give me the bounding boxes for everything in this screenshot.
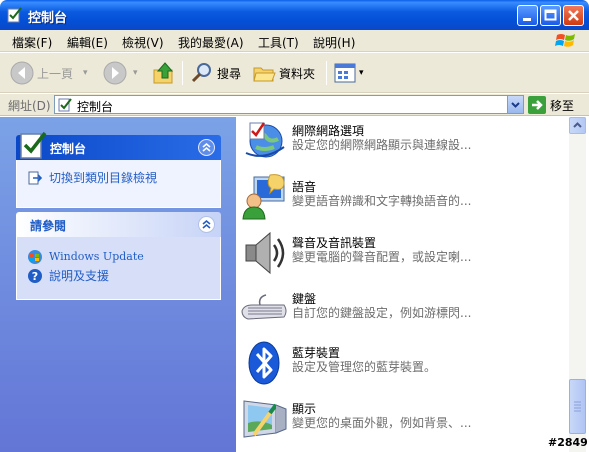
double-chevron-up-icon <box>202 219 211 229</box>
item-keyboard[interactable]: 鍵盤 自訂您的鍵盤設定，例如游標閃... <box>236 285 569 341</box>
address-label: 網址(D) <box>8 99 51 113</box>
control-panel-icon <box>20 131 47 159</box>
item-internet-options[interactable]: 網際網路選項 設定您的網際網路顯示與連線設... <box>236 117 569 173</box>
address-value: 控制台 <box>77 100 114 114</box>
keyboard-icon <box>241 294 287 320</box>
windows-update-icon <box>28 249 42 264</box>
folders-label: 資料夾 <box>279 66 316 81</box>
back-arrow-icon <box>10 61 34 85</box>
back-dropdown-icon[interactable]: ▾ <box>83 68 88 78</box>
link-label: 說明及支援 <box>49 269 110 283</box>
see-also-section-body: Windows Update ? 說明及支援 <box>16 237 221 300</box>
address-bar: 網址(D) 控制台 移至 <box>0 94 589 116</box>
task-pane: 控制台 切換到類別目錄檢視 請參閱 Windows Update ? 說明及支援 <box>0 117 236 452</box>
internet-options-icon <box>245 122 285 158</box>
image-watermark: #2849 <box>548 436 588 449</box>
menu-tools[interactable]: 工具(T) <box>258 34 299 51</box>
grip-icon <box>574 401 581 412</box>
collapse-button[interactable] <box>198 139 215 156</box>
menu-bar: 檔案(F) 編輯(E) 檢視(V) 我的最愛(A) 工具(T) 說明(H) <box>0 30 589 52</box>
chevron-up-icon <box>573 122 582 128</box>
back-label: 上一頁 <box>37 66 74 81</box>
item-description: 變更電腦的聲音配置，或設定喇... <box>292 250 472 264</box>
see-also-section: 請參閱 Windows Update ? 說明及支援 <box>16 212 221 300</box>
go-button[interactable]: 移至 <box>528 95 588 115</box>
menu-favorites[interactable]: 我的最愛(A) <box>178 34 244 51</box>
scroll-thumb[interactable] <box>569 379 586 434</box>
double-chevron-up-icon <box>202 142 211 152</box>
maximize-icon <box>544 9 557 21</box>
help-icon: ? <box>28 268 42 283</box>
switch-view-icon <box>28 171 43 184</box>
windows-logo-icon <box>555 34 575 47</box>
address-dropdown-button[interactable] <box>507 96 523 113</box>
windows-update-link[interactable]: Windows Update <box>27 247 210 266</box>
item-sounds-and-audio-devices[interactable]: 聲音及音訊裝置 變更電腦的聲音配置，或設定喇... <box>236 229 569 285</box>
minimize-icon <box>523 18 531 21</box>
close-icon <box>568 10 579 21</box>
title-bar[interactable]: 控制台 <box>0 0 589 30</box>
folders-icon <box>253 67 276 82</box>
link-label: 切換到類別目錄檢視 <box>49 171 158 185</box>
views-button[interactable]: ▾ <box>333 59 364 87</box>
collapse-button[interactable] <box>198 216 215 233</box>
minimize-button[interactable] <box>517 5 538 26</box>
vertical-scrollbar[interactable] <box>569 117 586 452</box>
views-icon <box>334 63 356 83</box>
menu-edit[interactable]: 編輯(E) <box>67 34 108 51</box>
menu-view[interactable]: 檢視(V) <box>122 34 164 51</box>
toolbar: 上一頁 ▾ ▾ 搜尋 資料夾 ▾ <box>0 53 589 93</box>
item-description: 自訂您的鍵盤設定，例如游標閃... <box>292 306 472 320</box>
menu-file[interactable]: 檔案(F) <box>12 34 52 51</box>
forward-dropdown-icon[interactable]: ▾ <box>133 68 138 78</box>
views-dropdown-icon[interactable]: ▾ <box>359 68 364 78</box>
forward-arrow-icon <box>103 61 127 85</box>
address-input[interactable]: 控制台 <box>54 95 524 114</box>
search-icon <box>191 63 211 83</box>
item-bluetooth-devices[interactable]: 藍芽裝置 設定及管理您的藍芽裝置。 <box>236 339 569 395</box>
see-also-section-header[interactable]: 請參閱 <box>16 212 221 237</box>
svg-text:?: ? <box>32 270 38 283</box>
close-button[interactable] <box>563 5 584 26</box>
item-description: 設定您的網際網路顯示與連線設... <box>292 138 472 152</box>
back-button[interactable]: 上一頁 ▾ <box>10 59 88 87</box>
chevron-down-icon <box>511 102 520 108</box>
item-description: 變更您的桌面外觀，例如背景、... <box>292 416 472 430</box>
item-description: 變更語音辨識和文字轉換語音的... <box>292 194 472 208</box>
item-display[interactable]: 顯示 變更您的桌面外觀，例如背景、... <box>236 395 569 451</box>
link-label: Windows Update <box>49 250 144 263</box>
control-panel-icon <box>58 98 72 112</box>
maximize-button[interactable] <box>540 5 561 26</box>
control-panel-section: 控制台 切換到類別目錄檢視 <box>16 131 221 208</box>
help-and-support-link[interactable]: ? 說明及支援 <box>27 266 210 285</box>
window-title: 控制台 <box>28 11 68 26</box>
go-arrow-icon <box>528 96 546 114</box>
item-description: 設定及管理您的藍芽裝置。 <box>292 360 437 374</box>
sound-icon <box>245 231 285 275</box>
search-label: 搜尋 <box>217 66 242 81</box>
up-folder-icon <box>153 62 174 84</box>
scroll-up-button[interactable] <box>569 117 586 134</box>
control-panel-icon <box>7 7 22 23</box>
search-button[interactable]: 搜尋 <box>190 59 241 87</box>
folders-button[interactable]: 資料夾 <box>252 59 315 87</box>
item-speech[interactable]: 語音 變更語音辨識和文字轉換語音的... <box>236 173 569 229</box>
control-panel-section-header[interactable]: 控制台 <box>16 131 221 160</box>
up-folder-button[interactable] <box>152 59 176 87</box>
display-icon <box>243 400 287 438</box>
panel-title: 控制台 <box>50 142 87 156</box>
go-label: 移至 <box>550 98 575 113</box>
control-panel-items: 網際網路選項 設定您的網際網路顯示與連線設... 語音 變更語音辨識和文字轉換語… <box>236 117 569 452</box>
menu-help[interactable]: 說明(H) <box>313 34 355 51</box>
forward-button[interactable]: ▾ <box>103 59 138 87</box>
panel-title: 請參閱 <box>30 219 67 233</box>
bluetooth-icon <box>248 341 280 385</box>
speech-icon <box>242 174 285 220</box>
switch-to-category-view-link[interactable]: 切換到類別目錄檢視 <box>27 168 210 187</box>
control-panel-section-body: 切換到類別目錄檢視 <box>16 160 221 208</box>
